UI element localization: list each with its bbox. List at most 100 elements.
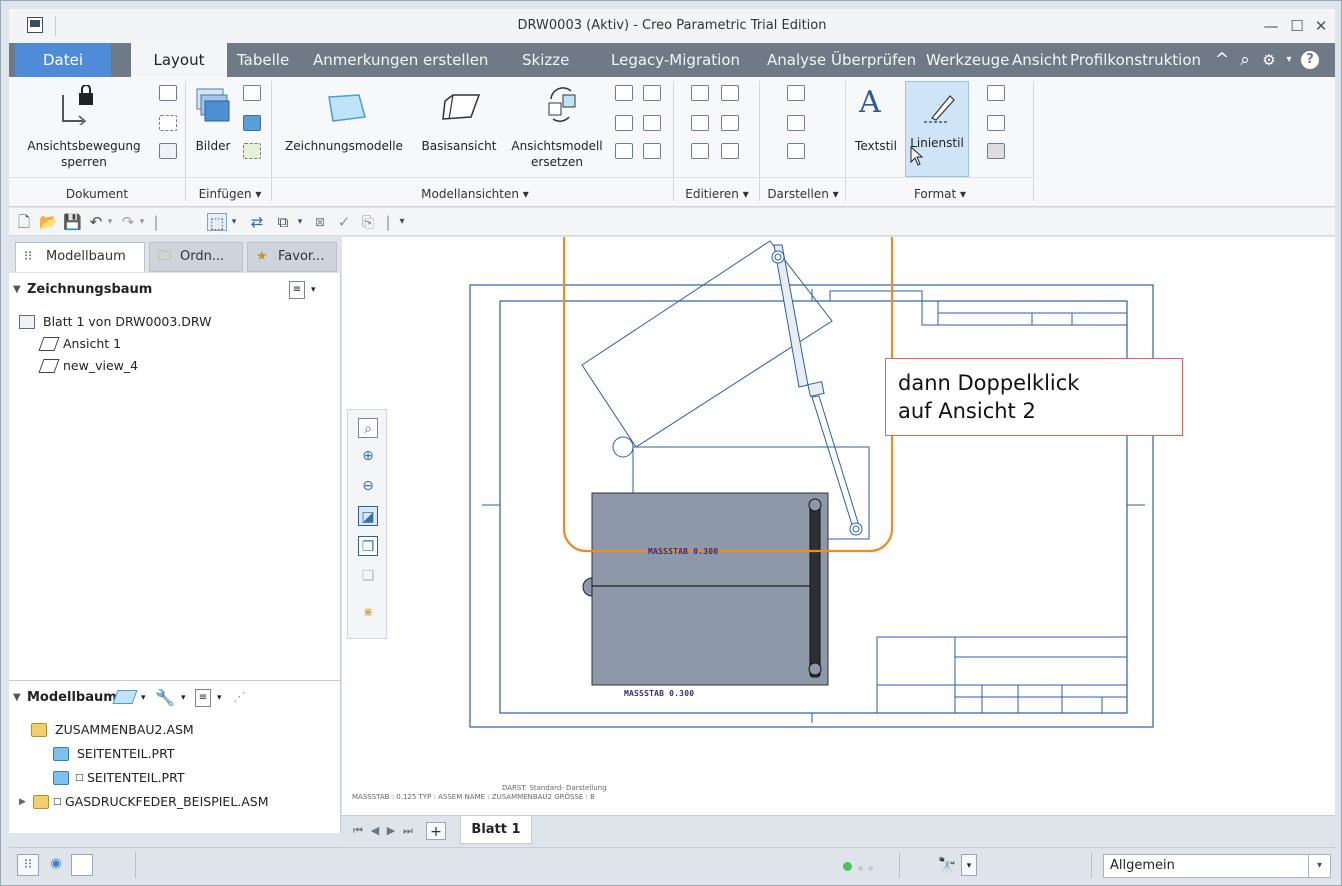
insert-image-icon[interactable] — [243, 115, 261, 131]
select-box-icon[interactable]: ⬚ — [207, 213, 227, 232]
tab-file[interactable]: Datei — [15, 43, 111, 77]
element-display-icon[interactable] — [721, 115, 739, 131]
tab-model-tree[interactable]: ⁝⁝ Modellbaum — [15, 242, 145, 272]
minimize-button[interactable]: — — [1259, 15, 1283, 37]
tree-item-sheet[interactable]: Blatt 1 von DRW0003.DRW — [19, 311, 211, 333]
first-sheet-icon[interactable]: ⏮ — [350, 822, 366, 840]
move-sheet-icon[interactable] — [159, 143, 177, 159]
model-display-icon[interactable] — [112, 690, 138, 704]
arrow-style-icon[interactable] — [987, 115, 1005, 131]
tree-item-subassembly[interactable]: ▶ □ GASDRUCKFEDER_BEISPIEL.ASM — [19, 791, 269, 813]
zoom-out-icon[interactable]: ⊖ — [358, 476, 378, 496]
hidden-line-icon[interactable] — [787, 115, 805, 131]
insert-object-icon[interactable] — [243, 85, 261, 101]
save-icon[interactable]: 💾 — [63, 213, 82, 231]
arrow-view-icon[interactable] — [691, 143, 709, 159]
tree-item-assembly[interactable]: ZUSAMMENBAU2.ASM — [31, 719, 194, 741]
display-style-icon[interactable]: ❐ — [358, 536, 378, 556]
tab-werkzeuge[interactable]: Werkzeuge — [926, 43, 1009, 77]
redo-dropdown-icon[interactable]: ▾ — [137, 213, 147, 231]
drawing-canvas[interactable]: MASSSTAB 0.300 MASSSTAB 0.300 DARST: Sta… — [342, 237, 1335, 815]
select-dropdown-icon[interactable]: ▾ — [229, 213, 239, 231]
new-sheet-icon[interactable] — [159, 85, 177, 101]
tree-item-view-1[interactable]: Ansicht 1 — [38, 333, 121, 355]
group-label-modellansichten[interactable]: Modellansichten ▾ — [277, 183, 673, 205]
saved-orientations-icon[interactable]: ❑ — [358, 566, 378, 586]
symbol-gallery-icon[interactable] — [987, 143, 1005, 159]
move-to-sheet-icon[interactable] — [691, 85, 709, 101]
revolved-view-icon[interactable] — [643, 115, 661, 131]
show-icon[interactable]: ⋰ — [233, 683, 246, 713]
tree-settings-dropdown-icon[interactable]: ▾ — [311, 275, 316, 305]
display-mode-icon[interactable] — [787, 85, 805, 101]
replace-view-model-button[interactable]: Ansichtsmodell ersetzen — [505, 81, 609, 177]
drawing-tree-header[interactable]: ▼ Zeichnungsbaum ≡ ▾ — [9, 275, 329, 305]
tab-profilkonstruktion[interactable]: Profilkonstruktion — [1070, 43, 1201, 77]
settings-icon[interactable]: ⚙ — [1259, 49, 1279, 71]
tree-item-part[interactable]: SEITENTEIL.PRT — [53, 743, 175, 765]
expand-arrow-icon[interactable]: ▶ — [19, 791, 26, 813]
copy-align-view-icon[interactable] — [615, 143, 633, 159]
undo-icon[interactable]: ↶ — [87, 213, 105, 231]
tab-legacy-migration[interactable]: Legacy-Migration — [611, 43, 740, 77]
model-tree-settings-icon[interactable]: ≡ — [195, 689, 211, 707]
selection-filter-select[interactable]: Allgemein ▾ — [1103, 854, 1331, 878]
repaint-icon[interactable]: ◪ — [358, 506, 378, 526]
tools-icon[interactable]: 🔧 — [155, 683, 175, 713]
flat-state-view-icon[interactable] — [643, 143, 661, 159]
group-label-editieren[interactable]: Editieren ▾ — [675, 183, 759, 205]
shaded-view-icon[interactable] — [787, 143, 805, 159]
previous-sheet-icon[interactable]: ◀ — [368, 822, 382, 840]
datum-display-icon[interactable]: ⋇ — [358, 602, 378, 622]
next-sheet-icon[interactable]: ▶ — [384, 822, 398, 840]
edit-view-icon[interactable] — [691, 115, 709, 131]
settings-dropdown-icon[interactable]: ▾ — [1279, 49, 1299, 71]
window-icon[interactable]: ⧉ — [273, 213, 293, 231]
tab-analyse[interactable]: Analyse — [767, 43, 826, 77]
tab-layout[interactable]: Layout — [131, 43, 227, 77]
tree-item-part-2[interactable]: □ SEITENTEIL.PRT — [53, 767, 185, 789]
projection-view-icon[interactable] — [615, 85, 633, 101]
tab-ansicht[interactable]: Ansicht — [1012, 43, 1067, 77]
view-display-icon[interactable] — [721, 85, 739, 101]
line-style-button[interactable]: Linienstil — [905, 81, 969, 177]
browser-toggle-icon[interactable]: ◉ — [45, 854, 67, 876]
undo-dropdown-icon[interactable]: ▾ — [105, 213, 115, 231]
zoom-in-icon[interactable]: ⊕ — [358, 446, 378, 466]
help-icon[interactable]: ? — [1301, 51, 1319, 69]
tab-favorites[interactable]: ★ Favor... — [247, 242, 337, 272]
new-file-icon[interactable]: 🗋 — [15, 213, 33, 231]
find-icon[interactable]: 🔭 — [933, 854, 961, 876]
close-window-icon[interactable]: ⊠ — [311, 213, 329, 231]
collapse-ribbon-icon[interactable]: ^ — [1212, 49, 1232, 71]
tools-dropdown-icon[interactable]: ▾ — [181, 683, 186, 713]
base-view-button[interactable]: Basisansicht — [413, 81, 505, 177]
tab-skizze[interactable]: Skizze — [522, 43, 569, 77]
page-setup-icon[interactable] — [159, 115, 177, 131]
tab-folder-browser[interactable]: 🗀 Ordn... — [149, 242, 243, 272]
model-tree-header[interactable]: ▼ Modellbaum ▾ 🔧 ▾ ≡ ▾ ⋰ — [9, 683, 339, 713]
auxiliary-view-icon[interactable] — [615, 115, 633, 131]
detail-view-icon[interactable] — [643, 85, 661, 101]
convert-to-draft-icon[interactable] — [721, 143, 739, 159]
model-tree-settings-dropdown-icon[interactable]: ▾ — [217, 683, 222, 713]
tab-ueberpruefen[interactable]: Überprüfen — [831, 43, 916, 77]
insert-overlay-icon[interactable] — [243, 143, 261, 159]
group-label-einfuegen[interactable]: Einfügen ▾ — [189, 183, 271, 205]
verify-icon[interactable]: ⎘ — [359, 213, 377, 231]
tree-settings-icon[interactable]: ≡ — [289, 281, 305, 299]
redo-icon[interactable]: ↷ — [119, 213, 137, 231]
text-style-button[interactable]: A Textstil — [849, 81, 903, 177]
group-label-darstellen[interactable]: Darstellen ▾ — [761, 183, 845, 205]
refit-icon[interactable]: ⌕ — [358, 418, 378, 438]
tree-item-view-new[interactable]: new_view_4 — [38, 355, 138, 377]
confirm-icon[interactable]: ✓ — [335, 213, 353, 231]
search-icon[interactable]: ⌕ — [1235, 49, 1255, 71]
open-folder-icon[interactable]: 📂 — [39, 213, 58, 231]
last-sheet-icon[interactable]: ⏭ — [400, 822, 416, 840]
hatch-icon[interactable] — [987, 85, 1005, 101]
model-display-dropdown-icon[interactable]: ▾ — [141, 683, 146, 713]
window-dropdown-icon[interactable]: ▾ — [295, 213, 305, 231]
fullscreen-icon[interactable] — [71, 854, 93, 876]
tab-anmerkungen[interactable]: Anmerkungen erstellen — [313, 43, 488, 77]
